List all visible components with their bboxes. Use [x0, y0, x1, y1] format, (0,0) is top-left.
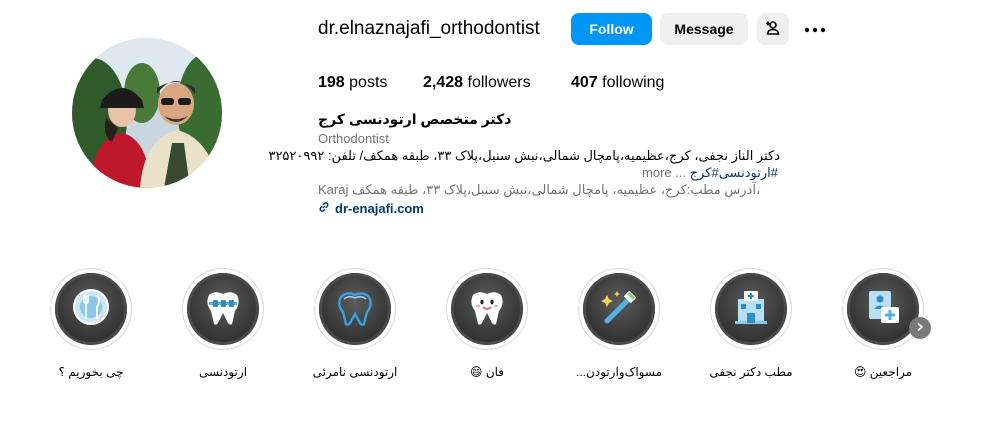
highlights-next-button[interactable] [909, 317, 931, 339]
add-user-icon [765, 20, 781, 39]
tooth-braces-icon [201, 285, 245, 334]
bio-hashtags[interactable]: #ارتودنسی#کرج [690, 165, 778, 180]
profile-username: dr.elnaznajafi_orthodontist [318, 18, 540, 39]
bio-full-name: دکتر متخصص ارتودنسی کرج [318, 111, 512, 127]
highlight-item[interactable]: ارتودنسی [178, 268, 268, 379]
highlight-label: ارتودنسی نامرئی [312, 365, 398, 379]
posts-stat: 198 posts [318, 74, 387, 92]
highlight-item[interactable]: چی بخوریم ؟ [46, 268, 136, 379]
bio-category: Orthodontist [318, 131, 389, 146]
posts-count: 198 [318, 74, 345, 91]
suggested-users-button[interactable] [757, 13, 789, 45]
bio-website: dr-enajafi.com [335, 200, 424, 216]
message-button[interactable]: Message [660, 13, 748, 45]
options-button[interactable] [803, 18, 827, 40]
highlight-label: مراجعین 😍 [853, 365, 913, 379]
followers-count: 2,428 [423, 74, 464, 91]
chevron-right-icon [915, 319, 925, 337]
followers-label: followers [467, 74, 531, 91]
highlight-label: چی بخوریم ؟ [58, 365, 124, 379]
highlight-label: فان 😄 [469, 365, 505, 379]
clinic-building-icon [729, 285, 773, 334]
highlight-label: ارتودنسی [198, 365, 248, 379]
bio-website-link[interactable]: dr-enajafi.com [318, 199, 778, 217]
profile-bio: دکتر متخصص ارتودنسی کرج Orthodontist دکت… [268, 111, 780, 217]
highlight-item[interactable]: مسواک‌وارتودن... [574, 268, 664, 379]
profile-avatar[interactable] [72, 38, 222, 188]
highlight-item[interactable]: مطب دکتر نجفی [706, 268, 796, 379]
avatar-photo [72, 38, 222, 188]
highlight-label: مسواک‌وارتودن... [575, 365, 663, 379]
highlight-label: مطب دکتر نجفی [709, 365, 793, 379]
bio-text-line: دکتر الناز نجفی، کرج،عظیمیه،پامچال شمالی… [268, 148, 780, 163]
bio-more-link[interactable]: ... more [642, 165, 686, 180]
following-count: 407 [571, 74, 598, 91]
following-label: following [602, 74, 665, 91]
highlight-item[interactable]: ارتودنسی نامرئی [310, 268, 400, 379]
posts-label: posts [349, 74, 388, 91]
more-options-icon [804, 20, 826, 38]
clear-aligner-tooth-icon [333, 285, 377, 334]
follow-button[interactable]: Follow [571, 13, 652, 45]
followers-stat[interactable]: 2,428 followers [423, 74, 531, 92]
following-stat[interactable]: 407 following [571, 74, 664, 92]
toothbrush-icon [597, 285, 641, 334]
patient-chart-icon [861, 285, 905, 334]
plate-fork-knife-icon [69, 285, 113, 334]
bio-address: آدرس مطب:کرج، عظیمیه، پامچال شمالی،نبش س… [351, 182, 761, 197]
smiling-tooth-icon [465, 285, 509, 334]
bio-address-city: Karaj [318, 182, 349, 197]
link-icon [318, 201, 330, 216]
highlight-item[interactable]: فان 😄 [442, 268, 532, 379]
